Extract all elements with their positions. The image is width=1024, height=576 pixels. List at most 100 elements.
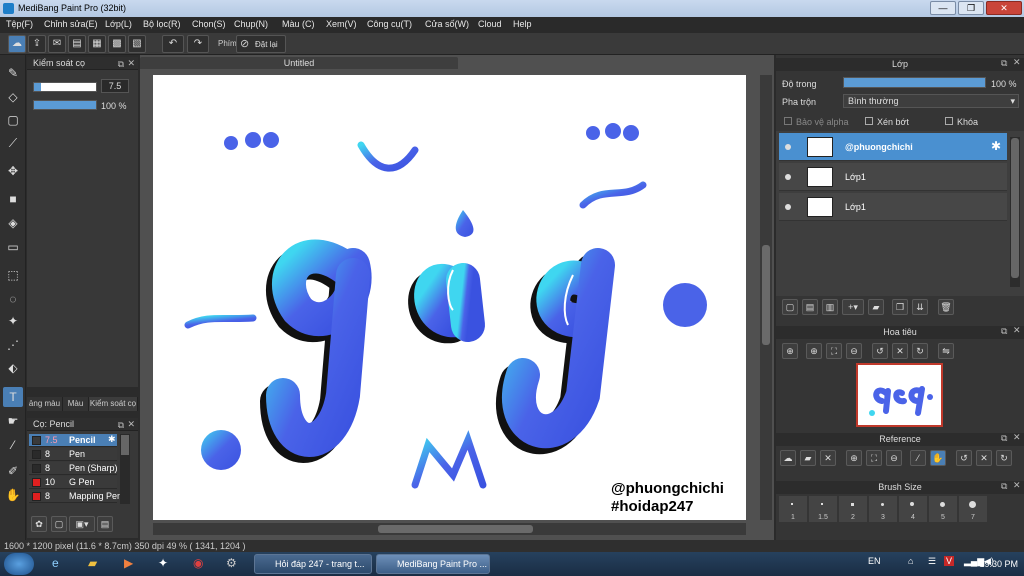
brush-tool-icon[interactable]: ✎ — [3, 63, 23, 83]
brush-opacity-slider[interactable] — [33, 100, 97, 110]
menu-window[interactable]: Cửa số(W) — [425, 19, 469, 29]
merge-layer-icon[interactable]: ⇊ — [912, 299, 928, 315]
text-tool-icon[interactable]: T — [3, 387, 23, 407]
brush-size-cell[interactable]: 5 — [929, 496, 957, 522]
brush-menu-icon[interactable]: ▣▾ — [69, 516, 95, 532]
share-icon[interactable]: ⇪ — [28, 35, 46, 53]
clock[interactable]: 19:30 PM — [968, 559, 1018, 569]
dropper-tool-icon[interactable]: ✐ — [3, 461, 23, 481]
start-button[interactable] — [4, 553, 34, 575]
minimize-button[interactable]: — — [930, 1, 956, 15]
reference-hand-icon[interactable]: ✋ — [930, 450, 946, 466]
document-icon[interactable]: ▦ — [88, 35, 106, 53]
cloud-icon[interactable]: ☁ — [8, 35, 26, 53]
brush-size-cell[interactable]: 7 — [959, 496, 987, 522]
taskbar-item[interactable]: Hỏi đáp 247 - trang t... — [254, 554, 372, 574]
tab-color[interactable]: Màu — [63, 397, 89, 411]
line-tool-icon[interactable]: ⟋ — [3, 133, 23, 153]
bucket-tool-icon[interactable]: ◈ — [3, 213, 23, 233]
grid-icon[interactable]: ▩ — [108, 35, 126, 53]
reference-close-icon[interactable]: ✕ — [1013, 432, 1021, 443]
brush-size-cell[interactable]: 2 — [839, 496, 867, 522]
move-tool-icon[interactable]: ✥ — [3, 161, 23, 181]
brush-size-close-icon[interactable]: ✕ — [1013, 480, 1021, 491]
menu-filter[interactable]: Bộ lọc(R) — [143, 19, 181, 29]
duplicate-layer-icon[interactable]: ❐ — [892, 299, 908, 315]
folder-icon[interactable]: ▰ — [868, 299, 884, 315]
reference-rotate-right-icon[interactable]: ↻ — [996, 450, 1012, 466]
gear-icon[interactable]: ✱ — [991, 139, 1001, 153]
lasso-tool-icon[interactable]: ◌ — [3, 289, 23, 309]
layer-popout-icon[interactable]: ⧉ — [1001, 58, 1007, 69]
visibility-icon[interactable] — [785, 174, 791, 180]
reference-reset-icon[interactable]: ✕ — [976, 450, 992, 466]
fill-shape-tool-icon[interactable]: ■ — [3, 189, 23, 209]
select-pen-tool-icon[interactable]: ⋰ — [3, 335, 23, 355]
clip-checkbox[interactable] — [865, 117, 873, 125]
menu-tools[interactable]: Công cụ(T) — [367, 19, 412, 29]
fit-icon[interactable]: ⛶ — [826, 343, 842, 359]
tray-icon[interactable]: ☰ — [928, 556, 936, 567]
menu-capture[interactable]: Chụp(N) — [234, 19, 268, 29]
visibility-icon[interactable] — [785, 204, 791, 210]
reset-button[interactable]: ⊘ Đặt lại — [236, 35, 286, 53]
folder-icon[interactable]: ▰ — [88, 556, 97, 570]
trash-icon[interactable]: 🗑 — [938, 299, 954, 315]
redo-icon[interactable]: ↷ — [187, 35, 209, 53]
text-icon[interactable]: ▤ — [68, 35, 86, 53]
brush-item[interactable]: 8 Mapping Pen — [29, 490, 122, 503]
tiles-icon[interactable]: ▧ — [128, 35, 146, 53]
reference-zoom-in-icon[interactable]: ⊕ — [846, 450, 862, 466]
chrome-icon[interactable]: ◉ — [193, 556, 203, 570]
brush-item[interactable]: 10 G Pen — [29, 476, 117, 489]
new-8bit-layer-icon[interactable]: ▥ — [822, 299, 838, 315]
rectangle-tool-icon[interactable]: ▢ — [3, 110, 23, 130]
brush-close-icon[interactable]: ✕ — [127, 419, 135, 430]
reference-close-image-icon[interactable]: ✕ — [820, 450, 836, 466]
tab-palette[interactable]: ảng màu — [27, 397, 63, 411]
zoom-in-icon[interactable]: ⊕ — [806, 343, 822, 359]
reference-rotate-left-icon[interactable]: ↺ — [956, 450, 972, 466]
brush-item[interactable]: 8 Pen — [29, 448, 117, 461]
eraser-tool-icon[interactable]: ◇ — [3, 87, 23, 107]
comment-icon[interactable]: ✉ — [48, 35, 66, 53]
brush-size-slider[interactable] — [33, 82, 97, 92]
tab-brush-control[interactable]: Kiểm soát cọ — [89, 397, 138, 411]
add-brush-icon[interactable]: ✿ — [31, 516, 47, 532]
tool-icon[interactable]: ⚙ — [226, 556, 237, 570]
brush-size-cell[interactable]: 1.5 — [809, 496, 837, 522]
layer-close-icon[interactable]: ✕ — [1013, 57, 1021, 68]
tray-icon[interactable]: ⌂ — [908, 556, 913, 566]
navigator-popout-icon[interactable]: ⧉ — [1001, 326, 1007, 337]
menu-help[interactable]: Help — [513, 19, 532, 29]
visibility-icon[interactable] — [785, 144, 791, 150]
reset-rotate-icon[interactable]: ✕ — [892, 343, 908, 359]
brush-popout-icon[interactable]: ⧉ — [118, 420, 124, 431]
reference-open-icon[interactable]: ▰ — [800, 450, 816, 466]
layer-scrollbar[interactable] — [1010, 137, 1020, 287]
reference-fit-icon[interactable]: ⛶ — [866, 450, 882, 466]
maximize-button[interactable]: ❐ — [958, 1, 984, 15]
close-button[interactable]: ✕ — [986, 1, 1022, 15]
menu-select[interactable]: Chọn(S) — [192, 19, 226, 29]
menu-view[interactable]: Xem(V) — [326, 19, 357, 29]
language-indicator[interactable]: EN — [868, 556, 881, 566]
panel-close-icon[interactable]: ✕ — [127, 58, 135, 69]
popout-icon[interactable]: ⧉ — [118, 59, 124, 70]
brush-item[interactable]: 8 Pen (Sharp) — [29, 462, 118, 475]
brush-size-popout-icon[interactable]: ⧉ — [1001, 481, 1007, 492]
undo-icon[interactable]: ↶ — [162, 35, 184, 53]
add-layer-menu-icon[interactable]: +▾ — [842, 299, 864, 315]
brush-size-value[interactable]: 7.5 — [101, 79, 129, 93]
magic-wand-tool-icon[interactable]: ✦ — [3, 311, 23, 331]
brush-size-cell[interactable]: 1 — [779, 496, 807, 522]
new-layer-icon[interactable]: ▢ — [782, 299, 798, 315]
layer-row[interactable]: @phuongchichi ✱ — [779, 133, 1007, 161]
navigator-preview[interactable] — [856, 363, 943, 427]
brush-size-cell[interactable]: 3 — [869, 496, 897, 522]
vertical-scrollbar[interactable] — [760, 75, 772, 520]
layer-row[interactable]: Lớp1 — [779, 193, 1007, 221]
zoom-out-icon[interactable]: ⊖ — [846, 343, 862, 359]
layer-opacity-slider[interactable] — [843, 77, 986, 88]
operation-tool-icon[interactable]: ☛ — [3, 411, 23, 431]
